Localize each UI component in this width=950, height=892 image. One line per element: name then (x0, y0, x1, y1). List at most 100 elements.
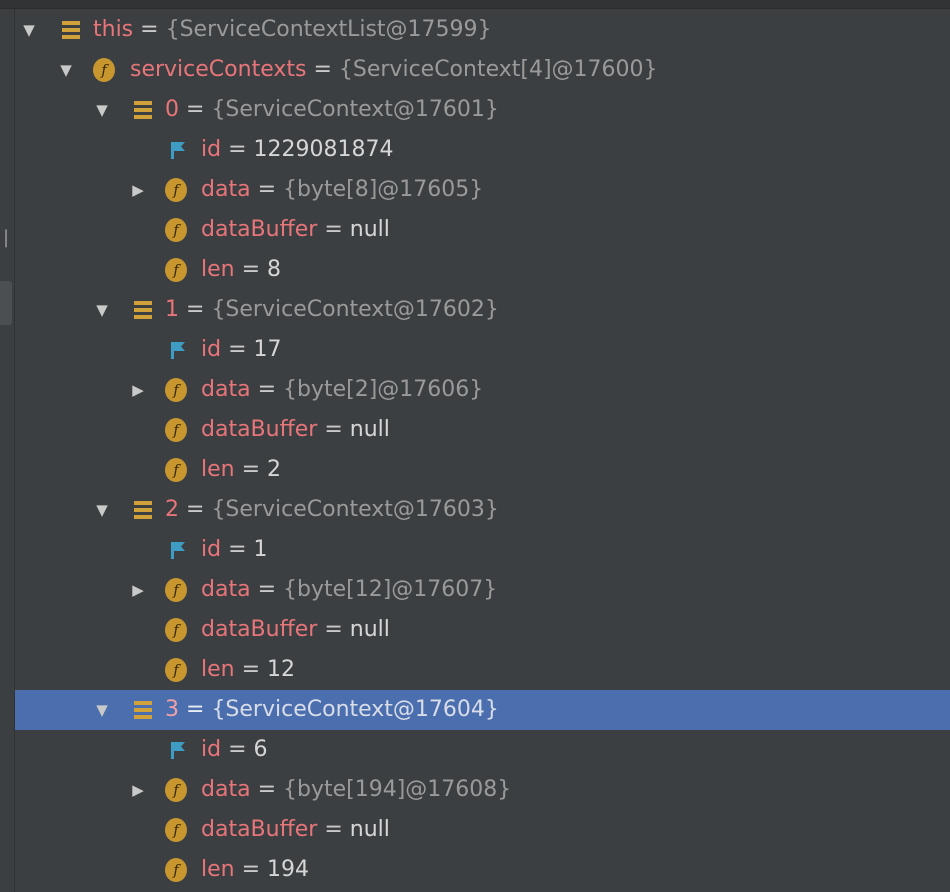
equals-sign: = (324, 617, 343, 642)
tree-row-len-field[interactable]: f len = 8 (15, 250, 950, 290)
equals-sign: = (257, 377, 276, 402)
equals-sign: = (228, 737, 247, 762)
equals-sign: = (228, 137, 247, 162)
debugger-variables-panel: | ▼ this = {ServiceContextList@17599} ▼ … (0, 0, 950, 892)
flag-icon (167, 539, 189, 561)
tree-row-service-context-item[interactable]: ▼ 3 = {ServiceContext@17604} (15, 690, 950, 730)
equals-sign: = (241, 257, 261, 282)
flag-icon (167, 339, 189, 361)
tree-row-databuffer-field[interactable]: f dataBuffer = null (15, 410, 950, 450)
gutter-tab[interactable] (0, 281, 12, 325)
expand-toggle-icon[interactable]: ▼ (93, 701, 111, 719)
left-gutter: | (0, 9, 15, 892)
equals-sign: = (228, 537, 247, 562)
field-icon: f (165, 178, 187, 202)
variable-value: null (349, 217, 390, 242)
tree-row-id-field[interactable]: id = 1229081874 (15, 130, 950, 170)
variable-name: 0 (165, 97, 179, 122)
tree-row-databuffer-field[interactable]: f dataBuffer = null (15, 610, 950, 650)
tree-row-len-field[interactable]: f len = 2 (15, 450, 950, 490)
field-icon: f (165, 418, 187, 442)
tree-row-id-field[interactable]: id = 17 (15, 330, 950, 370)
tree-row-id-field[interactable]: id = 6 (15, 730, 950, 770)
expand-toggle-icon[interactable]: ▼ (93, 101, 111, 119)
variable-name: id (201, 537, 222, 562)
variable-value: 12 (267, 657, 296, 682)
equals-sign: = (324, 817, 343, 842)
collapsed-toggle-icon[interactable]: ▶ (129, 581, 147, 599)
field-icon: f (165, 818, 187, 842)
equals-sign: = (186, 697, 205, 722)
gutter-marker-icon: | (2, 227, 10, 248)
collapsed-toggle-icon[interactable]: ▶ (129, 781, 147, 799)
equals-sign: = (241, 857, 261, 882)
tree-row-len-field[interactable]: f len = 194 (15, 850, 950, 890)
variable-value: null (349, 617, 390, 642)
field-icon: f (165, 658, 187, 682)
equals-sign: = (313, 57, 332, 82)
field-icon: f (165, 218, 187, 242)
equals-sign: = (324, 417, 343, 442)
tree-row-service-context-item[interactable]: ▼ 0 = {ServiceContext@17601} (15, 90, 950, 130)
variable-name: data (201, 177, 251, 202)
tree-row-id-field[interactable]: id = 1 (15, 530, 950, 570)
variable-name: data (201, 777, 251, 802)
variable-name: len (201, 857, 235, 882)
field-icon: f (165, 258, 187, 282)
list-icon (132, 499, 154, 521)
variable-value: {ServiceContext[4]@17600} (338, 57, 658, 82)
equals-sign: = (186, 297, 205, 322)
tree-row-service-context-item[interactable]: ▼ 1 = {ServiceContext@17602} (15, 290, 950, 330)
tree-row-data-field[interactable]: ▶ f data = {byte[2]@17606} (15, 370, 950, 410)
equals-sign: = (186, 97, 205, 122)
tree-row-service-context-item[interactable]: ▼ 2 = {ServiceContext@17603} (15, 490, 950, 530)
variable-value: null (349, 417, 390, 442)
field-icon: f (165, 778, 187, 802)
variable-name: len (201, 657, 235, 682)
variable-value: {ServiceContextList@17599} (165, 17, 492, 42)
tree-row-data-field[interactable]: ▶ f data = {byte[8]@17605} (15, 170, 950, 210)
variable-value: 8 (267, 257, 282, 282)
variable-value: null (349, 817, 390, 842)
variables-tree: ▼ this = {ServiceContextList@17599} ▼ f … (15, 10, 950, 890)
flag-icon (167, 139, 189, 161)
expand-toggle-icon[interactable]: ▼ (93, 501, 111, 519)
variable-value: 1 (253, 537, 268, 562)
expand-toggle-icon[interactable]: ▼ (20, 21, 38, 39)
variable-name: 3 (165, 697, 179, 722)
collapsed-toggle-icon[interactable]: ▶ (129, 181, 147, 199)
tree-row-servicecontexts[interactable]: ▼ f serviceContexts = {ServiceContext[4]… (15, 50, 950, 90)
panel-top-border (0, 0, 950, 9)
field-icon: f (165, 858, 187, 882)
list-icon (132, 299, 154, 321)
list-icon (132, 99, 154, 121)
variable-value: 6 (253, 737, 268, 762)
tree-row-this[interactable]: ▼ this = {ServiceContextList@17599} (15, 10, 950, 50)
variable-value: {byte[194]@17608} (283, 777, 512, 802)
tree-row-data-field[interactable]: ▶ f data = {byte[194]@17608} (15, 770, 950, 810)
field-icon: f (93, 58, 115, 82)
variable-value: {ServiceContext@17604} (211, 697, 499, 722)
variable-value: 2 (267, 457, 282, 482)
variable-value: 17 (253, 337, 282, 362)
tree-row-data-field[interactable]: ▶ f data = {byte[12]@17607} (15, 570, 950, 610)
tree-row-databuffer-field[interactable]: f dataBuffer = null (15, 810, 950, 850)
variable-value: {byte[2]@17606} (283, 377, 484, 402)
collapsed-toggle-icon[interactable]: ▶ (129, 381, 147, 399)
variable-name: dataBuffer (201, 617, 318, 642)
equals-sign: = (186, 497, 205, 522)
field-icon: f (165, 578, 187, 602)
variable-name: len (201, 257, 235, 282)
equals-sign: = (241, 657, 261, 682)
tree-row-databuffer-field[interactable]: f dataBuffer = null (15, 210, 950, 250)
variable-name: 2 (165, 497, 179, 522)
expand-toggle-icon[interactable]: ▼ (57, 61, 75, 79)
expand-toggle-icon[interactable]: ▼ (93, 301, 111, 319)
equals-sign: = (257, 177, 276, 202)
variable-name: dataBuffer (201, 817, 318, 842)
equals-sign: = (324, 217, 343, 242)
tree-row-len-field[interactable]: f len = 12 (15, 650, 950, 690)
variable-value: {ServiceContext@17601} (211, 97, 499, 122)
variable-name: serviceContexts (130, 57, 307, 82)
flag-icon (167, 739, 189, 761)
